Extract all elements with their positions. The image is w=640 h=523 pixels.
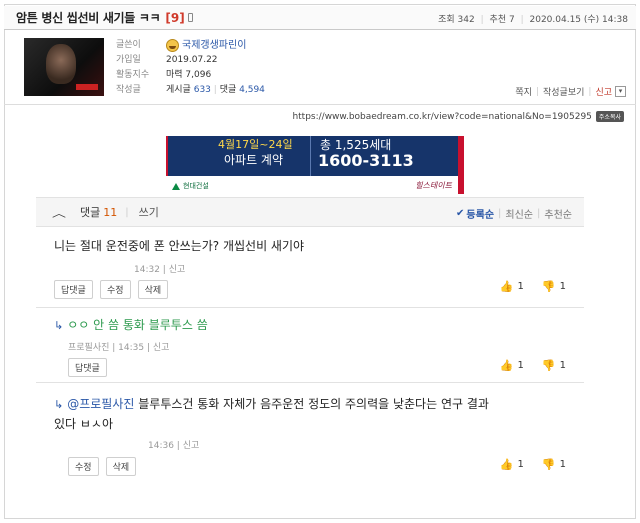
comment-buttons: 수정 삭제 [68, 455, 138, 476]
hyundai-logo-icon [172, 182, 180, 190]
author-nickname[interactable]: 국제갱생파린이 [182, 38, 246, 53]
post-meta: 조회 342 | 추천 7 | 2020.04.15 (수) 14:38 [438, 15, 629, 25]
reply-arrow-icon: ↳ [54, 319, 64, 332]
post-views: 조회 342 [438, 15, 475, 25]
ad-top-panel [166, 136, 464, 176]
smiley-level-icon [166, 39, 179, 52]
posts-label: 게시글 [166, 85, 191, 95]
reply-arrow-icon: ↳ [54, 398, 64, 411]
thumb-up-icon[interactable]: 👍 [500, 280, 514, 293]
comments-count[interactable]: 4,594 [239, 85, 265, 95]
thumb-up-icon[interactable]: 👍 [500, 359, 514, 372]
reply-item: ↳ ㅇㅇ 안 씀 통화 블루투스 씀 프로필사진 | 14:35 | 신고 답댓글… [36, 309, 584, 383]
delete-button[interactable]: 삭제 [137, 280, 169, 299]
view-posts-button[interactable]: 작성글보기 [543, 85, 584, 98]
avatar-logo [76, 84, 98, 90]
copy-url-button[interactable]: 주소복사 [595, 111, 624, 122]
comment-meta: 프로필사진 | 14:35 | 신고 [68, 343, 170, 353]
comments-label: 댓글 [219, 85, 237, 95]
reply-button[interactable]: 답댓글 [68, 358, 107, 377]
delete-button[interactable]: 삭제 [105, 457, 137, 476]
reply-text-row: ↳ @프로필사진 블루투스건 통화 자체가 음주운전 정도의 주의력을 낮춘다는 … [54, 394, 574, 415]
author-activity: 마력 7,096 [166, 70, 212, 80]
author-join-date: 2019.07.22 [166, 55, 218, 65]
ad-brand-right: 힐스테이트 [415, 181, 452, 190]
downvote-count: 1 [559, 459, 566, 470]
comments-count-badge: 11 [103, 205, 118, 219]
reply-button[interactable]: 답댓글 [54, 280, 93, 299]
comment-buttons: 답댓글 수정 삭제 [54, 278, 170, 299]
reply-item: ↳ @프로필사진 블루투스건 통화 자체가 음주운전 정도의 주의력을 낮춘다는 … [36, 384, 584, 480]
downvote-count: 1 [559, 281, 566, 292]
upvote-count: 1 [517, 459, 524, 470]
author-labels: 글쓴이 가입일 활동지수 작성글 [116, 38, 149, 98]
thumb-down-icon[interactable]: 👎 [542, 280, 556, 293]
avatar-face [46, 44, 76, 84]
upvote-count: 1 [517, 360, 524, 371]
label-activity: 활동지수 [116, 70, 150, 80]
report-button[interactable]: 신고 [595, 85, 612, 98]
chevron-down-icon[interactable]: ▾ [615, 86, 626, 97]
edit-button[interactable]: 수정 [99, 280, 131, 299]
edit-button[interactable]: 수정 [68, 457, 99, 476]
comment-item: 니는 절대 운전중에 폰 안쓰는가? 개씹선비 새기야 14:32 | 신고 답… [36, 228, 584, 308]
post-recommends: 추천 7 [489, 15, 515, 25]
author-panel: 글쓴이 가입일 활동지수 작성글 국제갱생파린이 2019.07.22 마력 7… [4, 31, 636, 105]
label-posts: 작성글 [116, 85, 141, 95]
ad-contract-text: 아파트 계약 [224, 153, 284, 167]
comments-title: 댓글 [80, 206, 101, 219]
check-icon: ✔ [456, 208, 465, 219]
comment-text: 블루투스건 통화 자체가 음주운전 정도의 주의력을 낮춘다는 연구 결과 [138, 397, 489, 411]
note-button[interactable]: 쪽지 [515, 85, 532, 98]
thumb-up-icon[interactable]: 👍 [500, 458, 514, 471]
comments-header: ︿ 댓글 11 | 쓰기 ✔ 등록순 | 최신순 | 추천순 [36, 197, 584, 227]
ad-red-stripe-left [166, 136, 168, 176]
upvote-count: 1 [517, 281, 524, 292]
label-join-date: 가입일 [116, 55, 141, 65]
post-url-row: https://www.bobaedream.co.kr/view?code=n… [292, 111, 624, 122]
posts-count[interactable]: 633 [194, 85, 211, 95]
write-comment-button[interactable]: 쓰기 [139, 204, 159, 220]
ad-date-text: 4월17일~24일 [218, 138, 293, 151]
author-post-stats: 게시글 633 | 댓글 4,594 [166, 85, 265, 95]
ad-red-stripe-right [458, 136, 464, 194]
ad-phone-text: 1600-3113 [318, 151, 414, 170]
mention-link[interactable]: @프로필사진 [67, 397, 134, 411]
author-avatar[interactable] [24, 38, 104, 96]
downvote-count: 1 [559, 360, 566, 371]
comment-votes: 👍 1 👎 1 [500, 280, 566, 293]
comment-sort: ✔ 등록순 | 최신순 | 추천순 [456, 206, 572, 221]
thumb-down-icon[interactable]: 👎 [542, 359, 556, 372]
label-writer: 글쓴이 [116, 40, 141, 50]
sort-by-latest[interactable]: 최신순 [505, 206, 533, 221]
chevron-up-icon[interactable]: ︿ [52, 205, 66, 220]
comment-votes: 👍 1 👎 1 [500, 359, 566, 372]
post-url[interactable]: https://www.bobaedream.co.kr/view?code=n… [292, 112, 591, 122]
author-actions: 쪽지 | 작성글보기 | 신고 ▾ [515, 85, 626, 98]
post-title-bar: 암튼 병신 씹선비 새기들 ㅋㅋ [9] 조회 342 | 추천 7 | 202… [4, 6, 636, 30]
ad-brand-left: 현대건설 [172, 181, 209, 191]
comment-meta: 14:36 | 신고 [148, 441, 200, 451]
comment-meta: 14:32 | 신고 [134, 265, 186, 275]
ad-divider [310, 136, 311, 176]
ad-banner[interactable]: 4월17일~24일 아파트 계약 총 1,525세대 1600-3113 현대건… [166, 136, 464, 194]
reply-text-row: ↳ ㅇㅇ 안 씀 통화 블루투스 씀 [54, 315, 208, 336]
sort-by-recommend[interactable]: 추천순 [544, 206, 572, 221]
comment-text: 니는 절대 운전중에 폰 안쓰는가? 개씹선비 새기야 [54, 239, 305, 253]
mobile-icon [187, 13, 193, 22]
author-values: 국제갱생파린이 2019.07.22 마력 7,096 게시글 633 | 댓글… [166, 38, 265, 98]
thumb-down-icon[interactable]: 👎 [542, 458, 556, 471]
comment-buttons: 답댓글 [68, 356, 109, 377]
post-date: 2020.04.15 (수) 14:38 [529, 15, 629, 25]
author-nick-row[interactable]: 국제갱생파린이 [166, 38, 265, 53]
post-comment-count[interactable]: [9] [165, 11, 184, 25]
sort-by-date[interactable]: 등록순 [466, 206, 494, 221]
post-title: 암튼 병신 씹선비 새기들 ㅋㅋ [16, 11, 161, 25]
comment-votes: 👍 1 👎 1 [500, 458, 566, 471]
comment-text: ㅇㅇ 안 씀 통화 블루투스 씀 [67, 318, 208, 332]
comment-text-line2: 있다 ㅂㅅ아 [54, 417, 114, 431]
